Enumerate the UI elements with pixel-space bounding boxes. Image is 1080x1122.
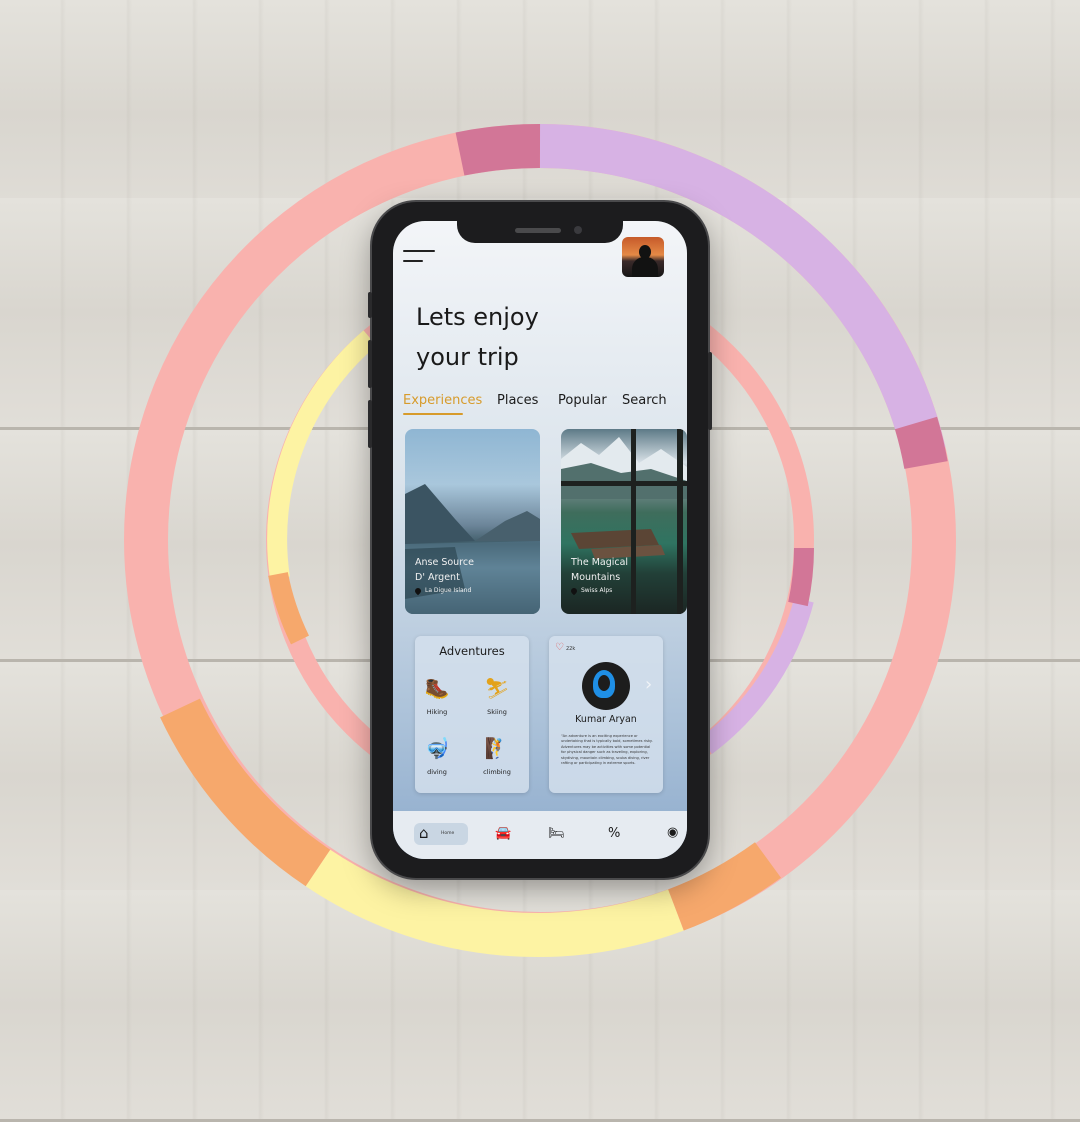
inner-ring-purple <box>699 597 814 755</box>
destination-name: The Magical Mountains <box>571 557 629 583</box>
activity-skiing[interactable]: ⛷ Skiing <box>472 676 522 716</box>
profile-card: ♡ 22k › Kumar Aryan "An adventure is an e… <box>549 636 663 793</box>
speaker <box>515 228 561 233</box>
profile-quote: "An adventure is an exciting experience … <box>561 734 653 766</box>
profile-avatar <box>582 662 630 710</box>
hamburger-menu-icon[interactable] <box>403 249 437 265</box>
like-count: 22k <box>565 646 576 652</box>
volume-up-button <box>368 340 372 388</box>
notch <box>457 221 623 243</box>
phone-frame: Lets enjoy your trip Experiences Places … <box>368 202 712 878</box>
inner-ring-rose <box>788 547 815 607</box>
destination-name: Anse Source D' Argent <box>415 557 474 583</box>
bottom-navbar: ⌂ Home 🚘 🛏 % ◉ <box>393 811 687 859</box>
tab-places[interactable]: Places <box>497 393 538 408</box>
outer-ring-orange-left <box>160 698 331 887</box>
destination-location: Swiss Alps <box>569 586 612 595</box>
volume-down-button <box>368 400 372 448</box>
destination-location: La Digue Island <box>413 586 471 595</box>
diving-icon: 🤿 <box>424 736 450 760</box>
active-tab-indicator <box>403 413 463 415</box>
nav-home[interactable]: ⌂ Home <box>414 823 468 845</box>
silent-switch <box>368 292 372 318</box>
tab-search[interactable]: Search <box>622 393 667 408</box>
like-button[interactable]: ♡ 22k <box>555 642 575 653</box>
adventures-panel: Adventures 🥾 Hiking ⛷ Skiing 🤿 diving 🧗 … <box>415 636 529 793</box>
home-icon: ⌂ <box>419 824 429 842</box>
adventures-title: Adventures <box>439 644 505 658</box>
app-screen: Lets enjoy your trip Experiences Places … <box>393 221 687 859</box>
tab-popular[interactable]: Popular <box>558 393 607 408</box>
car-icon[interactable]: 🚘 <box>495 826 511 841</box>
outer-ring-rose-top <box>455 123 541 176</box>
heart-icon: ♡ <box>555 642 564 653</box>
front-camera <box>574 226 582 234</box>
activity-hiking[interactable]: 🥾 Hiking <box>412 676 462 716</box>
bed-icon[interactable]: 🛏 <box>548 826 565 841</box>
outer-ring-rose-right <box>894 416 948 470</box>
destination-card-anse-source[interactable]: Anse Source D' Argent La Digue Island <box>405 429 540 614</box>
page-title: Lets enjoy your trip <box>416 303 539 371</box>
profile-icon[interactable]: ◉ <box>667 825 678 840</box>
tab-experiences[interactable]: Experiences <box>403 393 482 408</box>
location-pin-icon <box>413 586 423 595</box>
outer-ring-yellow-bottom <box>305 849 684 957</box>
destination-card-magical-mountains[interactable]: The Magical Mountains Swiss Alps <box>561 429 687 614</box>
activity-climbing[interactable]: 🧗 climbing <box>472 736 522 776</box>
activity-diving[interactable]: 🤿 diving <box>412 736 462 776</box>
chevron-right-icon[interactable]: › <box>645 674 652 695</box>
power-button <box>708 352 712 430</box>
skiing-icon: ⛷ <box>484 676 510 700</box>
climbing-icon: 🧗 <box>484 736 510 760</box>
category-tabs: Experiences Places Popular Search <box>403 393 687 419</box>
user-avatar[interactable] <box>622 237 664 277</box>
discount-icon[interactable]: % <box>608 826 620 841</box>
location-pin-icon <box>569 586 579 595</box>
hiking-icon: 🥾 <box>424 676 450 700</box>
inner-ring-yellow <box>267 330 377 580</box>
profile-name: Kumar Aryan <box>575 714 637 725</box>
